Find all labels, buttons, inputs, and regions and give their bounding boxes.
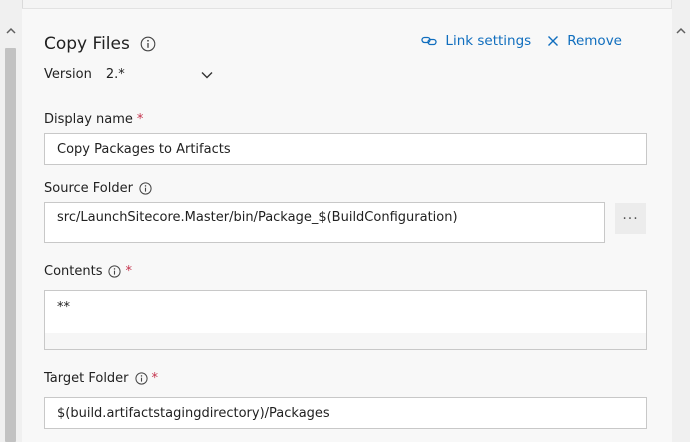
link-settings-button[interactable]: Link settings xyxy=(421,33,531,49)
required-marker: * xyxy=(125,263,132,279)
remove-button[interactable]: Remove xyxy=(547,33,622,49)
display-name-label: Display name * xyxy=(44,110,143,128)
info-icon[interactable] xyxy=(139,181,152,195)
link-icon xyxy=(421,36,438,46)
contents-label: Contents * xyxy=(44,262,132,280)
source-folder-label: Source Folder xyxy=(44,179,152,197)
display-name-label-text: Display name xyxy=(44,111,133,127)
right-scrollbar[interactable] xyxy=(671,0,690,442)
textarea-resize-strip xyxy=(45,333,646,349)
browse-source-folder-button[interactable]: ··· xyxy=(615,203,646,234)
scroll-up-icon[interactable] xyxy=(674,24,688,38)
source-folder-label-text: Source Folder xyxy=(44,180,133,196)
version-value: 2.* xyxy=(105,67,125,82)
scrollbar-thumb[interactable] xyxy=(5,48,16,442)
contents-value: ** xyxy=(57,300,70,315)
contents-textarea[interactable]: ** xyxy=(44,290,647,350)
scroll-up-icon[interactable] xyxy=(4,24,18,38)
link-settings-label: Link settings xyxy=(445,33,532,49)
info-icon[interactable] xyxy=(134,371,148,385)
display-name-value: Copy Packages to Artifacts xyxy=(57,141,231,157)
target-folder-input[interactable]: $(build.artifactstagingdirectory)/Packag… xyxy=(44,397,647,429)
contents-label-text: Contents xyxy=(44,263,103,279)
version-selector[interactable]: Version 2.* xyxy=(44,67,125,82)
source-folder-input[interactable]: src/LaunchSitecore.Master/bin/Package_$(… xyxy=(44,202,605,243)
required-marker: * xyxy=(136,111,144,127)
display-name-input[interactable]: Copy Packages to Artifacts xyxy=(44,133,647,165)
target-folder-label: Target Folder * xyxy=(44,369,158,387)
info-icon[interactable] xyxy=(140,36,156,52)
left-scrollbar[interactable] xyxy=(0,0,23,442)
target-folder-label-text: Target Folder xyxy=(44,370,129,386)
task-settings-panel: Copy Files Link settings Remove Version … xyxy=(22,8,672,442)
required-marker: * xyxy=(151,370,159,386)
close-icon xyxy=(548,36,559,46)
target-folder-value: $(build.artifactstagingdirectory)/Packag… xyxy=(57,405,330,421)
source-folder-value: src/LaunchSitecore.Master/bin/Package_$(… xyxy=(57,210,458,225)
chevron-down-icon[interactable] xyxy=(200,68,214,82)
remove-label: Remove xyxy=(567,33,622,49)
task-actions: Link settings Remove xyxy=(421,33,622,49)
task-header: Copy Files xyxy=(44,32,156,56)
task-title: Copy Files xyxy=(44,34,130,54)
info-icon[interactable] xyxy=(108,264,122,278)
version-label: Version xyxy=(44,67,92,82)
